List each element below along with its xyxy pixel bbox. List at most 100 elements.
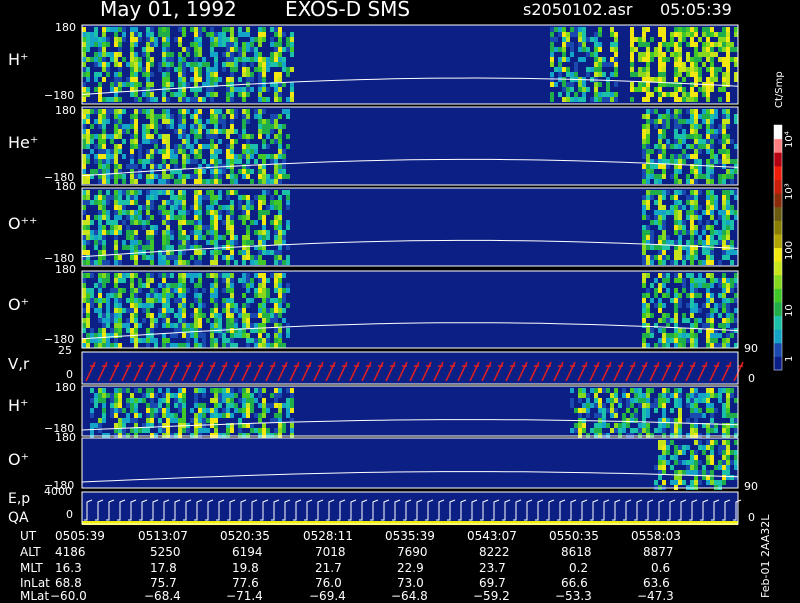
spectrogram-cell: [690, 413, 694, 418]
spectrogram-cell: [274, 215, 278, 220]
spectrogram-cell: [242, 313, 246, 318]
spectrogram-cell: [170, 124, 174, 129]
spectrogram-cell: [190, 418, 194, 423]
spectrogram-cell: [594, 52, 598, 57]
spectrogram-cell: [250, 37, 254, 42]
spectrogram-cell: [138, 220, 142, 225]
spectrogram-cell: [726, 119, 730, 124]
spectrogram-cell: [210, 338, 214, 343]
spectrogram-cell: [230, 179, 234, 184]
spectrogram-cell: [214, 119, 218, 124]
spectrogram-cell: [130, 245, 134, 250]
spectrogram-cell: [230, 124, 234, 129]
spectrogram-cell: [278, 210, 282, 215]
spectrogram-cell: [686, 240, 690, 245]
spectrogram-cell: [122, 288, 126, 293]
spectrogram-cell: [210, 240, 214, 245]
spectrogram-cell: [630, 62, 634, 67]
spectrogram-cell: [170, 215, 174, 220]
spectrogram-cell: [278, 343, 282, 348]
spectrogram-cell: [194, 225, 198, 230]
spectrogram-cell: [138, 288, 142, 293]
spectrogram-cell: [166, 139, 170, 144]
spectrogram-cell: [214, 293, 218, 298]
spectrogram-cell: [182, 403, 186, 408]
spectrogram-cell: [162, 114, 166, 119]
spectrogram-cell: [234, 393, 238, 398]
spectrogram-cell: [214, 403, 218, 408]
spectrogram-cell: [194, 388, 198, 393]
spectrogram-cell: [690, 62, 694, 67]
spectrogram-cell: [706, 77, 710, 82]
spectrogram-cell: [118, 52, 122, 57]
spectrogram-cell: [594, 67, 598, 72]
spectrogram-cell: [706, 134, 710, 139]
spectrogram-cell: [190, 278, 194, 283]
colorbar-segment: [774, 315, 782, 330]
spectrogram-cell: [238, 57, 242, 62]
spectrogram-cell: [554, 27, 558, 32]
spectrogram-cell: [258, 134, 262, 139]
spectrogram-cell: [702, 393, 706, 398]
spectrogram-cell: [258, 230, 262, 235]
spectrogram-cell: [194, 139, 198, 144]
spectrogram-cell: [262, 313, 266, 318]
colorbar-segment: [774, 152, 782, 167]
spectrogram-cell: [182, 179, 186, 184]
spectrogram-cell: [726, 423, 730, 428]
spectrogram-cell: [262, 220, 266, 225]
spectrogram-cell: [278, 200, 282, 205]
spectrogram-cell: [678, 32, 682, 37]
spectrogram-cell: [674, 190, 678, 195]
spectrogram-cell: [166, 338, 170, 343]
spectrogram-cell: [642, 139, 646, 144]
spectrogram-cell: [226, 62, 230, 67]
spectrogram-cell: [150, 124, 154, 129]
spectrogram-cell: [266, 62, 270, 67]
spectrogram-cell: [234, 109, 238, 114]
spectrogram-cell: [130, 190, 134, 195]
spectrogram-cell: [550, 82, 554, 87]
spectrogram-cell: [150, 82, 154, 87]
spectrogram-cell: [118, 149, 122, 154]
spectrogram-cell: [198, 129, 202, 134]
ut-value: 0528:11: [303, 529, 353, 543]
spectrogram-cell: [82, 318, 86, 323]
spectrogram-cell: [626, 408, 630, 413]
spectrogram-cell: [110, 27, 114, 32]
spectrogram-cell: [666, 144, 670, 149]
colorbar-tick: 1: [784, 355, 795, 362]
spectrogram-cell: [166, 255, 170, 260]
spectrogram-cell: [98, 159, 102, 164]
spectrogram-cell: [106, 260, 110, 265]
spectrogram-cell: [674, 114, 678, 119]
spectrogram-cell: [194, 159, 198, 164]
spectrogram-cell: [106, 230, 110, 235]
spectrogram-cell: [166, 283, 170, 288]
spectrogram-cell: [706, 255, 710, 260]
spectrogram-cell: [150, 92, 154, 97]
spectrogram-cell: [270, 200, 274, 205]
spectrogram-cell: [198, 255, 202, 260]
spectrogram-cell: [118, 328, 122, 333]
spectrogram-cell: [106, 109, 110, 114]
spectrogram-cell: [598, 82, 602, 87]
spectrogram-cell: [674, 298, 678, 303]
spectrogram-cell: [674, 109, 678, 114]
spectrogram-cell: [234, 190, 238, 195]
spectrogram-cell: [674, 240, 678, 245]
spectrogram-cell: [662, 62, 666, 67]
spectrogram-cell: [182, 92, 186, 97]
spectrogram-cell: [718, 235, 722, 240]
panel-background: [82, 438, 738, 488]
spectrogram-cell: [226, 149, 230, 154]
spectrogram-cell: [102, 388, 106, 393]
spectrogram-cell: [82, 114, 86, 119]
spectrogram-cell: [246, 67, 250, 72]
spectrogram-cell: [230, 293, 234, 298]
spectrogram-cell: [690, 200, 694, 205]
spectrogram-cell: [654, 52, 658, 57]
spectrogram-cell: [262, 235, 266, 240]
spectrogram-cell: [150, 154, 154, 159]
spectrogram-cell: [602, 57, 606, 62]
